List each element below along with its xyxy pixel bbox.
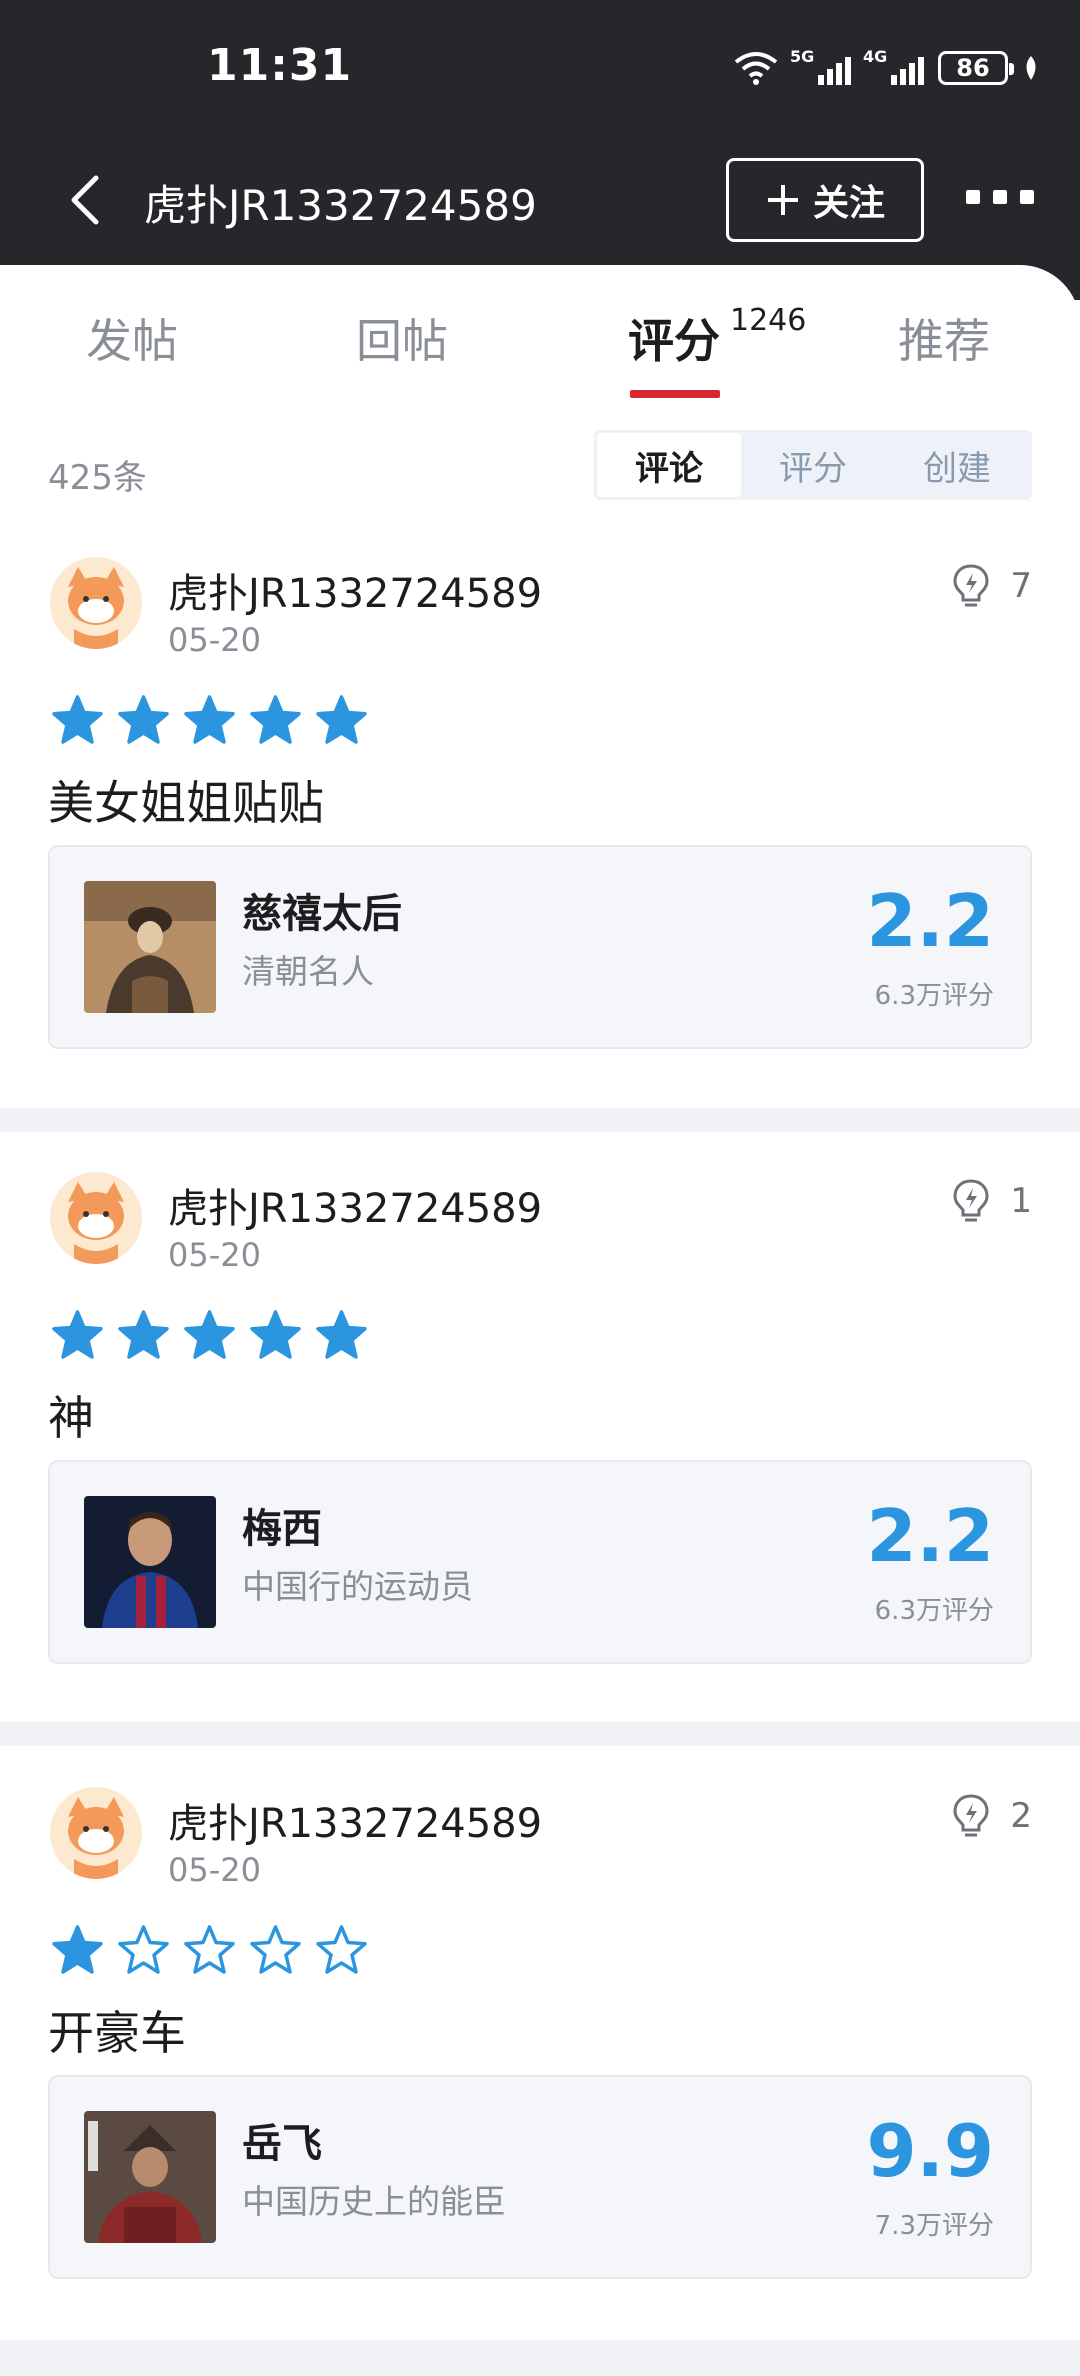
battery-icon: 86 bbox=[938, 51, 1014, 85]
star-filled-icon bbox=[184, 695, 235, 744]
item-score-count: 6.3万评分 bbox=[874, 981, 994, 1011]
username[interactable]: 虎扑JR1332724589 bbox=[168, 1176, 542, 1234]
tab-replies[interactable]: 回帖 bbox=[356, 305, 448, 371]
status-time: 11:31 bbox=[207, 40, 353, 91]
plus-icon bbox=[767, 185, 798, 215]
star-empty-icon bbox=[316, 1925, 367, 1974]
status-icons: 5G 4G 86 bbox=[734, 47, 1040, 88]
item-thumbnail bbox=[84, 881, 216, 1013]
star-rating bbox=[52, 1310, 367, 1361]
star-filled-icon bbox=[52, 1925, 103, 1974]
tab-ratings-count: 1246 bbox=[730, 303, 807, 338]
item-thumbnail bbox=[84, 1496, 216, 1628]
back-arrow-icon[interactable] bbox=[62, 172, 112, 228]
tab-ratings[interactable]: 评分 bbox=[628, 305, 720, 371]
like-counter[interactable]: 7 bbox=[952, 563, 1032, 609]
fox-avatar-icon bbox=[50, 1787, 142, 1879]
like-counter[interactable]: 1 bbox=[952, 1178, 1032, 1224]
review-date: 05-20 bbox=[168, 621, 261, 659]
header-bar: 11:31 5G 4G 86 虎扑JR1332724589 关注 bbox=[0, 0, 1080, 300]
follow-label: 关注 bbox=[812, 183, 885, 224]
like-counter[interactable]: 2 bbox=[952, 1793, 1032, 1839]
leaf-icon bbox=[1026, 56, 1036, 80]
avatar[interactable] bbox=[50, 557, 142, 649]
star-rating bbox=[52, 1925, 367, 1976]
net-label-2: 4G bbox=[863, 47, 888, 66]
card-separator bbox=[0, 2340, 1080, 2376]
item-score-count: 6.3万评分 bbox=[874, 1596, 994, 1626]
star-filled-icon bbox=[316, 1310, 367, 1359]
tab-bar: 发帖 回帖 评分 1246 推荐 bbox=[0, 265, 1080, 405]
review-date: 05-20 bbox=[168, 1851, 261, 1889]
card-separator bbox=[0, 1108, 1080, 1132]
item-thumbnail bbox=[84, 2111, 216, 2243]
like-count: 7 bbox=[1010, 566, 1032, 606]
follow-button[interactable]: 关注 bbox=[726, 158, 924, 242]
review-comment: 开豪车 bbox=[48, 2006, 186, 2060]
star-filled-icon bbox=[316, 695, 367, 744]
filter-created[interactable]: 创建 bbox=[885, 433, 1029, 497]
filter-segment: 评论 评分 创建 bbox=[594, 430, 1032, 500]
rated-item-card[interactable]: 慈禧太后 清朝名人 2.2 6.3万评分 bbox=[48, 845, 1032, 1049]
item-description: 中国行的运动员 bbox=[242, 1567, 473, 1606]
fox-avatar-icon bbox=[50, 557, 142, 649]
star-empty-icon bbox=[250, 1925, 301, 1974]
signal-5g-icon: 5G bbox=[790, 47, 851, 85]
star-filled-icon bbox=[118, 695, 169, 744]
star-filled-icon bbox=[52, 1310, 103, 1359]
review-card[interactable]: 虎扑JR1332724589 05-20 2 开豪车 岳飞 中国历史上的能臣 9… bbox=[0, 1755, 1080, 2345]
battery-level: 86 bbox=[956, 54, 990, 82]
lightbulb-icon bbox=[953, 564, 989, 607]
item-score: 2.2 bbox=[866, 1494, 994, 1578]
item-score-count: 7.3万评分 bbox=[874, 2211, 994, 2241]
list-header: 425条 评论 评分 创建 bbox=[0, 430, 1080, 510]
card-separator bbox=[0, 1722, 1080, 1746]
star-rating bbox=[52, 695, 367, 746]
item-name: 岳飞 bbox=[242, 2121, 322, 2167]
active-tab-indicator bbox=[630, 390, 720, 398]
like-count: 1 bbox=[1010, 1181, 1032, 1221]
wifi-icon bbox=[734, 52, 778, 85]
net-label-1: 5G bbox=[790, 47, 815, 66]
star-filled-icon bbox=[250, 1310, 301, 1359]
filter-comments[interactable]: 评论 bbox=[597, 433, 741, 497]
signal-4g-icon: 4G bbox=[863, 47, 924, 85]
star-empty-icon bbox=[184, 1925, 235, 1974]
like-count: 2 bbox=[1010, 1796, 1032, 1836]
review-card[interactable]: 虎扑JR1332724589 05-20 7 美女姐姐贴贴 慈禧太后 清朝名人 … bbox=[0, 525, 1080, 1115]
item-name: 梅西 bbox=[242, 1506, 322, 1552]
result-count: 425条 bbox=[48, 458, 147, 498]
star-filled-icon bbox=[184, 1310, 235, 1359]
review-card[interactable]: 虎扑JR1332724589 05-20 1 神 梅西 中国行的运动员 2.2 … bbox=[0, 1140, 1080, 1730]
star-empty-icon bbox=[118, 1925, 169, 1974]
more-options-icon[interactable] bbox=[966, 190, 1034, 204]
rated-item-card[interactable]: 岳飞 中国历史上的能臣 9.9 7.3万评分 bbox=[48, 2075, 1032, 2279]
tab-posts[interactable]: 发帖 bbox=[86, 305, 178, 371]
tab-recommend[interactable]: 推荐 bbox=[898, 305, 990, 371]
avatar[interactable] bbox=[50, 1787, 142, 1879]
item-score: 2.2 bbox=[866, 879, 994, 963]
status-bar: 11:31 5G 4G 86 bbox=[0, 0, 1080, 140]
review-date: 05-20 bbox=[168, 1236, 261, 1274]
item-description: 中国历史上的能臣 bbox=[242, 2182, 506, 2221]
review-comment: 神 bbox=[48, 1391, 94, 1445]
review-comment: 美女姐姐贴贴 bbox=[48, 776, 324, 830]
star-filled-icon bbox=[118, 1310, 169, 1359]
page-title: 虎扑JR1332724589 bbox=[144, 181, 537, 230]
rated-item-card[interactable]: 梅西 中国行的运动员 2.2 6.3万评分 bbox=[48, 1460, 1032, 1664]
item-score: 9.9 bbox=[866, 2109, 994, 2193]
star-filled-icon bbox=[250, 695, 301, 744]
item-name: 慈禧太后 bbox=[242, 891, 402, 937]
star-filled-icon bbox=[52, 695, 103, 744]
lightbulb-icon bbox=[953, 1794, 989, 1837]
fox-avatar-icon bbox=[50, 1172, 142, 1264]
username[interactable]: 虎扑JR1332724589 bbox=[168, 1791, 542, 1849]
avatar[interactable] bbox=[50, 1172, 142, 1264]
filter-ratings[interactable]: 评分 bbox=[741, 433, 885, 497]
item-description: 清朝名人 bbox=[242, 952, 374, 991]
username[interactable]: 虎扑JR1332724589 bbox=[168, 561, 542, 619]
lightbulb-icon bbox=[953, 1179, 989, 1222]
nav-bar: 虎扑JR1332724589 关注 bbox=[0, 150, 1080, 250]
